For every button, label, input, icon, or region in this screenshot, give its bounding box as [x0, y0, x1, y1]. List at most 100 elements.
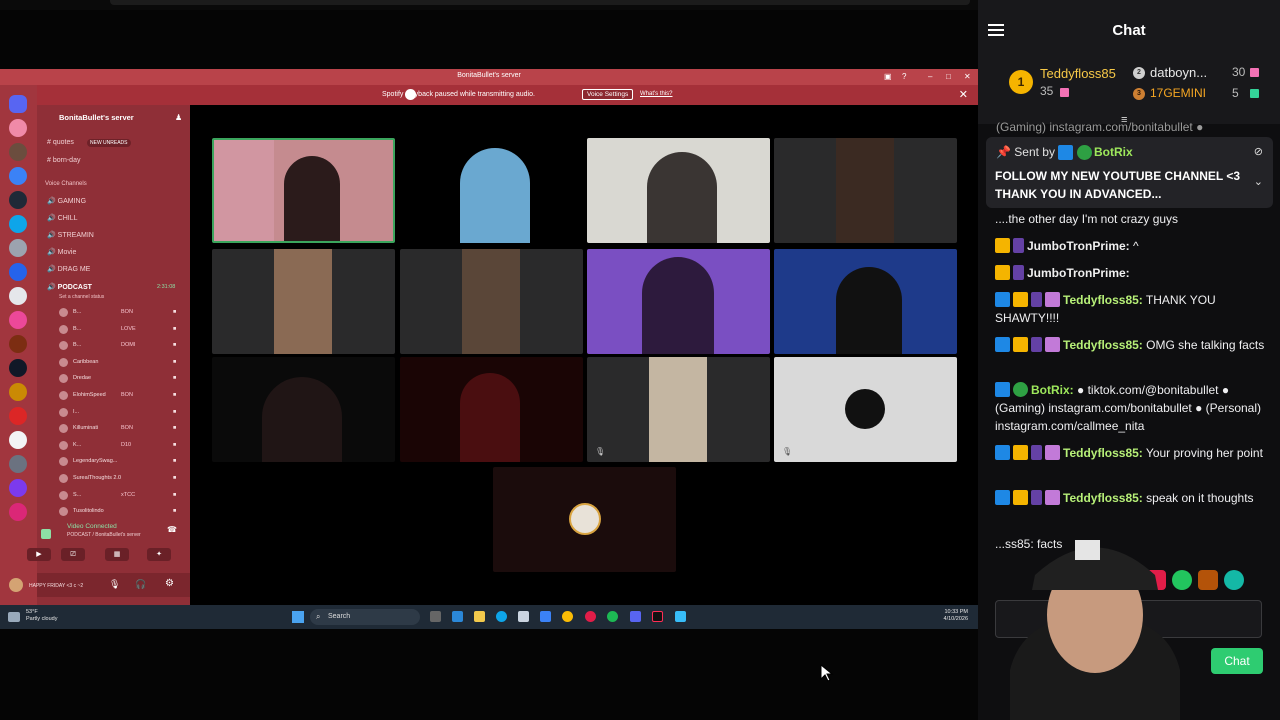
voice-user[interactable]: Killuminati — [73, 425, 98, 431]
voice-channels-header[interactable]: Voice Channels — [45, 181, 87, 187]
activity-button[interactable]: ▦ — [105, 548, 129, 561]
channel-status[interactable]: Set a channel status — [59, 294, 104, 300]
whats-this-link[interactable]: What's this? — [640, 91, 673, 97]
voice-channel-movie[interactable]: 🔊 Movie — [47, 248, 76, 256]
avatar[interactable] — [59, 391, 68, 400]
chat-username[interactable]: Teddyfloss85: — [1063, 293, 1143, 307]
server-icon[interactable] — [9, 143, 27, 161]
avatar[interactable] — [59, 474, 68, 483]
video-tile[interactable]: 🎙 — [587, 357, 770, 462]
hide-pin-icon[interactable]: ⊘ — [1254, 145, 1263, 158]
store-icon[interactable] — [518, 611, 529, 622]
server-icon[interactable] — [9, 263, 27, 281]
server-name[interactable]: BonitaBullet's server — [59, 113, 134, 122]
voice-channel-drag-me[interactable]: 🔊 DRAG ME — [47, 265, 90, 273]
chat-username[interactable]: Teddyfloss85: — [1063, 338, 1143, 352]
maximize-icon[interactable]: □ — [946, 72, 951, 81]
server-icon[interactable] — [9, 455, 27, 473]
file-explorer-icon[interactable] — [474, 611, 485, 622]
avatar[interactable] — [59, 424, 68, 433]
voice-user[interactable]: S... — [73, 492, 81, 498]
server-icon[interactable] — [9, 239, 27, 257]
voice-user[interactable]: Tusolitolindo — [73, 508, 104, 514]
invite-icon[interactable]: ♟ — [175, 113, 182, 122]
notice-close-icon[interactable]: ✕ — [959, 88, 968, 101]
voice-user[interactable]: ElohimSpeed — [73, 392, 106, 398]
video-tile[interactable] — [774, 138, 957, 243]
inbox-icon[interactable]: ▣ — [884, 72, 892, 81]
help-icon[interactable]: ? — [902, 72, 906, 81]
avatar[interactable] — [59, 457, 68, 466]
video-tile[interactable] — [400, 138, 583, 243]
close-window-icon[interactable]: ✕ — [964, 72, 971, 81]
avatar[interactable] — [59, 408, 68, 417]
app-icon[interactable] — [585, 611, 596, 622]
gear-icon[interactable]: ⚙ — [165, 578, 174, 589]
server-icon[interactable] — [9, 359, 27, 377]
voice-user[interactable]: K... — [73, 442, 81, 448]
weather-icon[interactable] — [8, 612, 20, 622]
avatar[interactable] — [9, 578, 23, 592]
server-icon[interactable] — [9, 383, 27, 401]
emote-icon[interactable] — [1224, 570, 1244, 590]
server-icon[interactable] — [9, 479, 27, 497]
server-icon[interactable] — [9, 167, 27, 185]
leaderboard-name-2[interactable]: datboyn... — [1150, 65, 1207, 80]
video-tile[interactable] — [400, 249, 583, 354]
voice-user[interactable]: SurealThoughts 2.0 — [73, 475, 121, 481]
pinned-message[interactable]: 📌 Sent by BotRix ⊘ FOLLOW MY NEW YOUTUBE… — [986, 137, 1273, 208]
video-tile[interactable] — [212, 138, 395, 243]
headphones-icon[interactable]: 🎧 — [135, 579, 146, 590]
chat-send-button[interactable]: Chat — [1211, 648, 1263, 674]
task-view-icon[interactable] — [430, 611, 441, 622]
video-tile[interactable] — [400, 357, 583, 462]
avatar[interactable] — [59, 308, 68, 317]
server-icon[interactable] — [9, 407, 27, 425]
voice-user[interactable]: Dredae — [73, 375, 91, 381]
pinned-expand-icon[interactable]: ≡ — [1121, 114, 1127, 126]
voice-channel-chill[interactable]: 🔊 CHILL — [47, 214, 78, 222]
leaderboard-name-3[interactable]: 17GEMINI — [1150, 86, 1206, 100]
avatar[interactable] — [59, 507, 68, 516]
new-unreads-badge[interactable]: NEW UNREADS — [87, 139, 131, 147]
voice-settings-button[interactable]: Voice Settings — [582, 89, 634, 100]
video-tile[interactable] — [493, 467, 676, 572]
avatar[interactable] — [59, 491, 68, 500]
server-icon[interactable] — [9, 287, 27, 305]
copilot-icon[interactable] — [452, 611, 463, 622]
windows-start-icon[interactable] — [292, 611, 304, 623]
server-icon[interactable] — [9, 503, 27, 521]
avatar[interactable] — [59, 374, 68, 383]
chat-username[interactable]: Teddyfloss85: — [1063, 446, 1143, 460]
chat-username[interactable]: JumboTronPrime: — [1027, 239, 1130, 253]
server-icon[interactable] — [9, 335, 27, 353]
taskbar-search[interactable]: ⌕ Search — [310, 609, 420, 625]
video-tile[interactable] — [587, 138, 770, 243]
chrome-icon[interactable] — [562, 611, 573, 622]
microphone-icon[interactable]: 🎙 — [109, 579, 120, 590]
camera-button[interactable]: ▶ — [27, 548, 51, 561]
leaderboard-name-1[interactable]: Teddyfloss85 — [1040, 66, 1116, 81]
disconnect-icon[interactable]: ☎ — [167, 525, 177, 534]
server-icon[interactable] — [9, 431, 27, 449]
channel-born-day[interactable]: # born-day — [47, 157, 80, 164]
voice-user[interactable]: I... — [73, 409, 79, 415]
edge-icon[interactable] — [496, 611, 507, 622]
server-icon[interactable] — [9, 215, 27, 233]
channel-quotes[interactable]: # quotes — [47, 139, 74, 146]
minimize-icon[interactable]: – — [928, 72, 932, 81]
server-icon[interactable] — [9, 311, 27, 329]
video-tile[interactable] — [212, 249, 395, 354]
spotify-taskbar-icon[interactable] — [607, 611, 618, 622]
voice-user[interactable]: B... — [73, 326, 81, 332]
pinned-author[interactable]: BotRix — [1094, 145, 1133, 159]
signal-icon[interactable] — [41, 529, 51, 539]
mail-icon[interactable] — [540, 611, 551, 622]
voice-user[interactable]: Caribbean — [73, 359, 98, 365]
avatar[interactable] — [59, 358, 68, 367]
chat-username[interactable]: JumboTronPrime: — [1027, 266, 1130, 280]
video-tile[interactable]: 🎙 — [774, 357, 957, 462]
video-tile[interactable] — [587, 249, 770, 354]
video-tile[interactable] — [212, 357, 395, 462]
soundboard-button[interactable]: ✦ — [147, 548, 171, 561]
